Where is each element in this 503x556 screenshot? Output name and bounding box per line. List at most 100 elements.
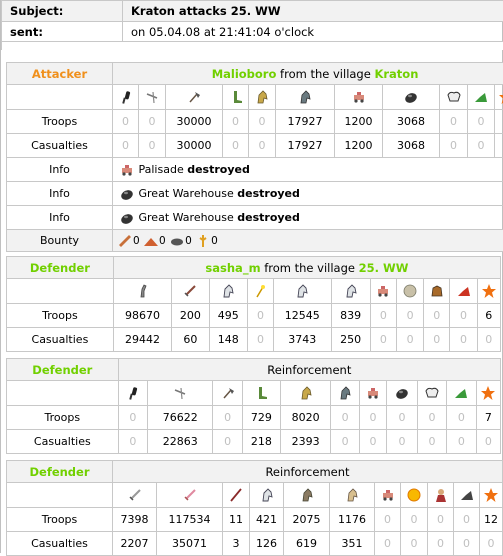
unit-icon-cell: [113, 279, 171, 304]
from-village-text: from the village: [280, 67, 371, 81]
troops-label: Troops: [7, 406, 119, 430]
unit-icon-cell: [223, 483, 250, 508]
info-text: Great Warehouse: [139, 187, 234, 200]
troop-count: 0: [447, 406, 476, 430]
casualty-count: 0: [480, 532, 503, 556]
casualty-count: 0: [454, 532, 480, 556]
casualty-count: 126: [250, 532, 284, 556]
casualties-label: Casualties: [7, 532, 113, 556]
catapult-icon: [119, 210, 135, 226]
casualties-label: Casualties: [7, 430, 119, 454]
casualty-count: 0: [397, 328, 424, 352]
settler-hat-icon: [473, 89, 489, 105]
casualty-count: 3: [223, 532, 250, 556]
casualty-count: 0: [139, 134, 166, 158]
troop-count: 495: [209, 304, 247, 328]
ram-icon: [119, 162, 135, 178]
attacker-title: Malioboro from the village Kraton: [113, 63, 503, 85]
troop-count: 117534: [157, 508, 223, 532]
unit-icon-cell: [440, 85, 468, 110]
unit-icon-cell: [468, 85, 495, 110]
bounty-iron: 0: [185, 235, 192, 247]
info-label: Info: [7, 182, 113, 206]
scout-boot-icon: [253, 385, 269, 401]
unit-icon-cell: [113, 483, 157, 508]
bounty-crop: 0: [211, 235, 218, 247]
casualty-count: 29442: [113, 328, 171, 352]
troop-count: 0: [213, 406, 242, 430]
troop-count: 76622: [148, 406, 213, 430]
info-label: Info: [7, 158, 113, 182]
bounty-label: Bounty: [7, 230, 113, 252]
troop-count: 7: [476, 406, 500, 430]
bounty-clay: 0: [159, 235, 166, 247]
casualty-count: 22863: [148, 430, 213, 454]
casualty-count: 0: [476, 430, 500, 454]
troop-count: 3068: [383, 110, 440, 134]
unit-icon-cell: [139, 85, 166, 110]
unit-icon-cell: [370, 279, 396, 304]
unit-icon-cell: [148, 381, 213, 406]
defender-village-link[interactable]: 25. WW: [359, 261, 409, 275]
troop-count: 0: [139, 110, 166, 134]
unit-icon-cell: [417, 381, 446, 406]
spear-icon: [144, 89, 160, 105]
blank-cell: [7, 381, 119, 406]
troops-row: Troops07662207298020000007: [7, 406, 501, 430]
casualty-count: 0: [450, 328, 477, 352]
defender-role-label: Defender: [7, 461, 113, 483]
casualty-count: 0: [440, 134, 468, 158]
troop-count: 729: [242, 406, 280, 430]
troop-count: 0: [223, 110, 249, 134]
troop-count: 0: [113, 110, 139, 134]
paladin-horse-icon: [298, 385, 314, 401]
attacker-table: Attacker Malioboro from the village Krat…: [6, 62, 503, 252]
scout-boot-icon: [228, 89, 244, 105]
from-village-text: from the village: [264, 261, 355, 275]
attacker-player-link[interactable]: Malioboro: [212, 67, 277, 81]
ram-icon: [365, 385, 381, 401]
info-status: destroyed: [187, 163, 250, 176]
unit-icon-cell: [242, 381, 280, 406]
unit-icon-cell: [250, 483, 284, 508]
unit-icon-cell: [454, 483, 480, 508]
troop-count: 0: [331, 406, 359, 430]
troop-count: 1: [495, 110, 503, 134]
beast-icon: [429, 283, 445, 299]
info-row: Info Great Warehouse destroyed: [7, 206, 503, 230]
reinforcement-title: Reinforcement: [118, 359, 500, 381]
troop-count: 200: [172, 304, 209, 328]
casualty-count: 3743: [274, 328, 331, 352]
ram-icon: [380, 487, 396, 503]
unit-icon-cell: [209, 279, 247, 304]
casualty-count: 0: [359, 430, 386, 454]
troops-label: Troops: [7, 304, 114, 328]
troop-count: 0: [397, 304, 424, 328]
blank-cell: [7, 483, 113, 508]
casualty-count: 0: [331, 430, 359, 454]
chief-icon: [424, 385, 440, 401]
unit-icon-cell: [480, 483, 503, 508]
unit-icon-cell: [166, 85, 223, 110]
red-sword-icon: [228, 487, 244, 503]
red-hat-icon: [456, 283, 472, 299]
casualty-count: 1: [495, 134, 503, 158]
troop-count: 421: [250, 508, 284, 532]
hero-star-icon: [481, 283, 497, 299]
casualty-count: 30000: [166, 134, 223, 158]
defender-player-link[interactable]: sasha_m: [205, 261, 260, 275]
troop-count: 6: [477, 304, 500, 328]
rat-icon: [135, 283, 151, 299]
troop-count: 7398: [113, 508, 157, 532]
unit-icon-cell: [383, 85, 440, 110]
unit-icon-cell: [397, 279, 424, 304]
casualty-count: 0: [401, 532, 428, 556]
unit-icon-cell: [331, 279, 370, 304]
catapult-icon: [403, 89, 419, 105]
attacker-village-link[interactable]: Kraton: [374, 67, 418, 81]
ram-icon: [351, 89, 367, 105]
unit-icon-cell: [249, 85, 276, 110]
sun-icon: [406, 487, 422, 503]
unit-icon-cell: [495, 85, 503, 110]
catapult-icon: [394, 385, 410, 401]
